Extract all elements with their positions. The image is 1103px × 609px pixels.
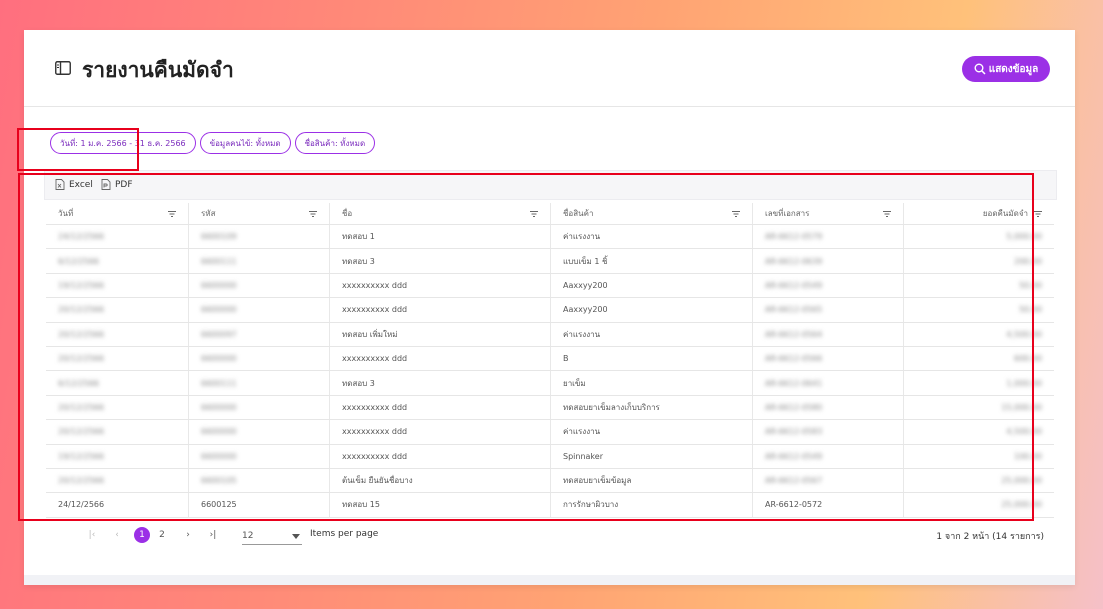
- sidebar-toggle-icon[interactable]: [55, 61, 71, 75]
- filter-chip-patient[interactable]: ข้อมูลคนไข้: ทั้งหมด: [199, 132, 291, 154]
- page-1-button[interactable]: 1: [134, 527, 150, 543]
- card-footer-strip: [24, 575, 1075, 585]
- show-data-label: แสดงข้อมูล: [988, 63, 1039, 75]
- search-icon: [974, 63, 986, 75]
- previous-page-button[interactable]: ‹: [109, 527, 125, 543]
- pagination: |‹ ‹ 1 2 › ›| 12 Items per page 1 จาก 2 …: [46, 524, 1054, 546]
- last-page-button[interactable]: ›|: [205, 527, 221, 543]
- show-data-button[interactable]: แสดงข้อมูล: [962, 56, 1050, 82]
- highlight-box-table: [18, 173, 1034, 521]
- page-2-button[interactable]: 2: [154, 527, 170, 543]
- next-page-button[interactable]: ›: [180, 527, 196, 543]
- page-title: รายงานคืนมัดจำ: [82, 58, 234, 82]
- filter-icon[interactable]: [1034, 210, 1042, 217]
- page-size-value: 12: [242, 531, 254, 541]
- highlight-box-toolbar: [17, 128, 139, 171]
- page-header: รายงานคืนมัดจำ แสดงข้อมูล: [24, 30, 1075, 107]
- first-page-button[interactable]: |‹: [84, 527, 100, 543]
- items-per-page-label: Items per page: [310, 529, 379, 539]
- chevron-down-icon: [292, 533, 300, 539]
- filter-chip-product[interactable]: ชื่อสินค้า: ทั้งหมด: [294, 132, 376, 154]
- page-summary: 1 จาก 2 หน้า (14 รายการ): [936, 532, 1044, 542]
- page-size-select[interactable]: 12: [242, 528, 302, 545]
